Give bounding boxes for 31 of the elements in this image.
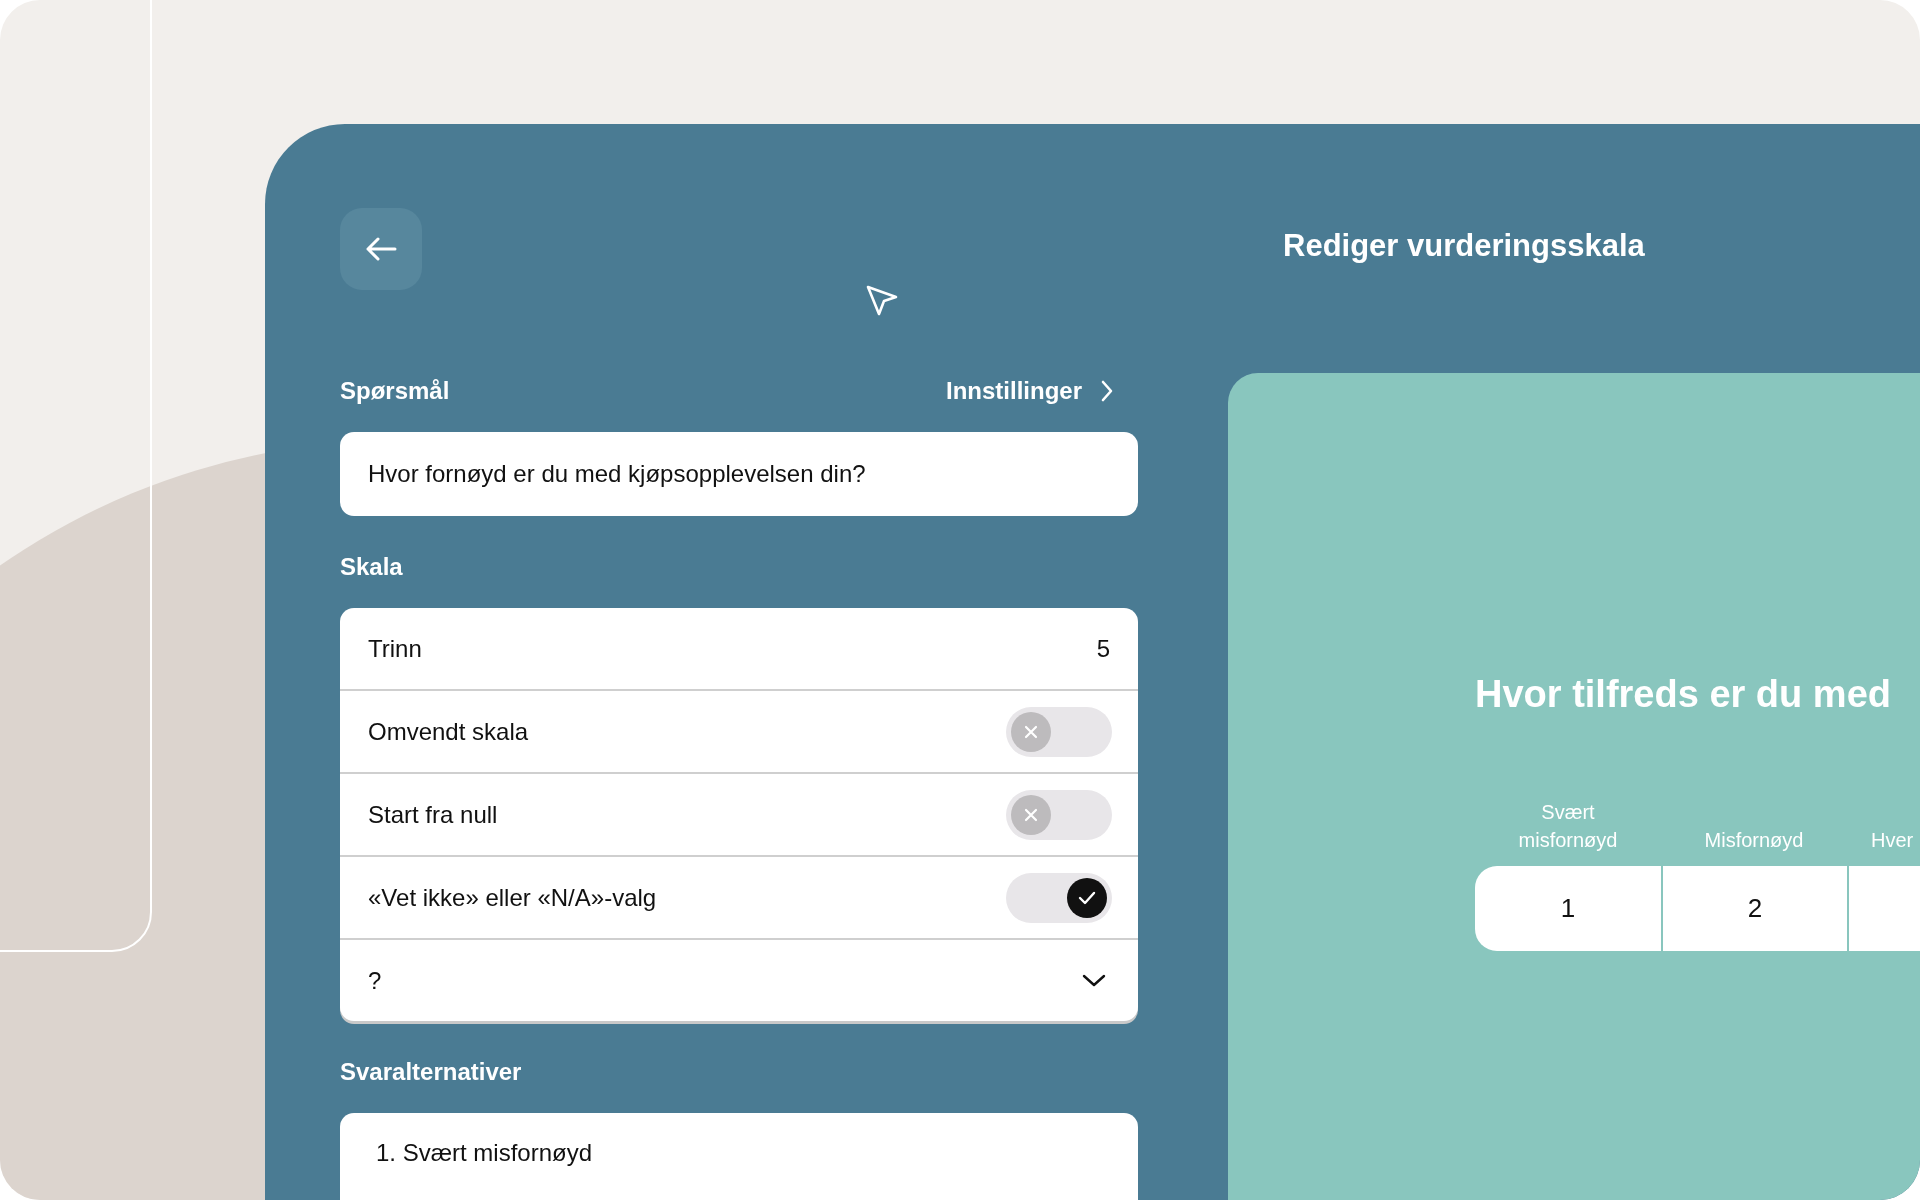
section-label: Svaralternativer — [340, 1058, 522, 1086]
back-button[interactable] — [340, 208, 422, 290]
row-label: Start fra null — [368, 800, 498, 829]
answer-option[interactable]: 1. Svært misfornøyd — [340, 1113, 1138, 1193]
chevron-down-icon — [1082, 973, 1106, 988]
preview-question: Hvor tilfreds er du med — [1475, 673, 1892, 716]
scale-option[interactable]: 1 — [1475, 866, 1661, 951]
row-value: 5 — [1096, 634, 1110, 663]
toggle-switch[interactable] — [1006, 706, 1112, 757]
close-icon — [1024, 724, 1038, 739]
row-label: ? — [368, 966, 382, 995]
dropdown-row[interactable]: ? — [340, 940, 1138, 1021]
check-icon — [1078, 890, 1096, 905]
row-label: «Vet ikke» eller «N/A»-valg — [368, 883, 657, 912]
back-arrow-icon — [365, 237, 397, 261]
row-label: Omvendt skala — [368, 717, 529, 746]
scale-option[interactable]: 2 — [1661, 866, 1847, 951]
scale-label: Hver — [1870, 828, 1915, 853]
row-label: Trinn — [368, 634, 422, 663]
toggle-switch[interactable] — [1006, 789, 1112, 840]
page-title: Rediger vurderingsskala — [1282, 228, 1646, 265]
cursor-icon — [865, 284, 899, 318]
close-icon — [1024, 807, 1038, 822]
scale-label: Misfornøyd — [1703, 828, 1805, 853]
section-label: Spørsmål — [340, 377, 450, 405]
chevron-right-icon — [1100, 380, 1114, 402]
scale-label: Svært misfornøyd — [1517, 800, 1619, 853]
settings-link[interactable]: Innstillinger — [946, 377, 1138, 405]
section-label: Skala — [340, 553, 403, 581]
question-field[interactable]: Hvor fornøyd er du med kjøpsopplevelsen din? — [340, 432, 1138, 516]
toggle-switch[interactable] — [1006, 872, 1112, 923]
